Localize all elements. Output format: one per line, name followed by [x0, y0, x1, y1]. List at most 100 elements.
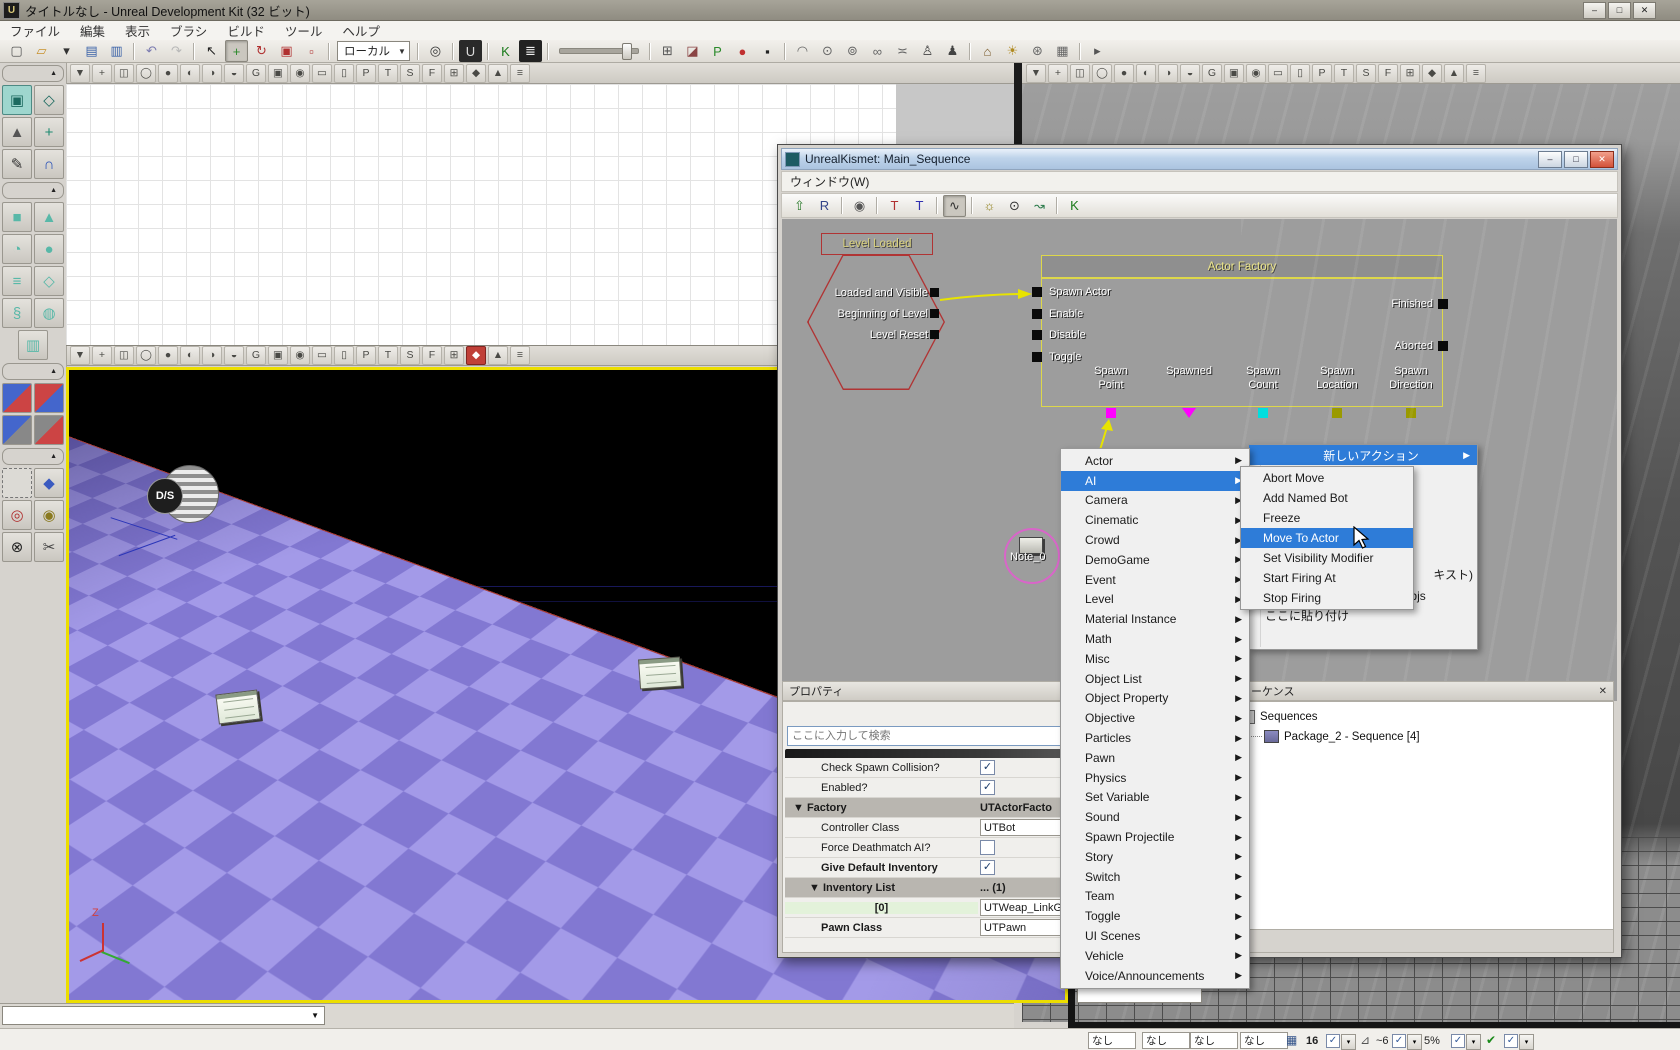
geometry-mode-icon[interactable]: ◇ — [34, 85, 64, 115]
joint-icon[interactable]: ⊙ — [816, 40, 839, 62]
viewport-icon-17[interactable]: ⊞ — [1400, 64, 1420, 83]
menu-item-1[interactable]: 編集 — [70, 21, 115, 40]
search-icon[interactable]: ⊙ — [1003, 195, 1026, 217]
viewport-icon-17[interactable]: ⊞ — [444, 64, 464, 83]
viewport-icon-5[interactable]: ◐ — [180, 346, 200, 365]
kismet-menu-window[interactable]: ウィンドウ(W) — [790, 172, 869, 191]
viewport-icon-2[interactable]: ◫ — [114, 346, 134, 365]
csg-collapse[interactable]: ▲ — [2, 363, 64, 380]
viewport-icon-5[interactable]: ◐ — [1136, 64, 1156, 83]
ai-submenu-item[interactable]: Stop Firing — [1241, 588, 1413, 608]
minimize-button[interactable]: ‒ — [1583, 2, 1606, 19]
variable-connector[interactable] — [1258, 408, 1268, 418]
volume-builder-icon[interactable]: ▥ — [18, 330, 48, 360]
viewport-icon-12[interactable]: ▯ — [334, 346, 354, 365]
undo-icon[interactable]: ↶ — [140, 40, 163, 62]
viewport-icon-7[interactable]: ◒ — [224, 64, 244, 83]
link-icon[interactable]: ∞ — [866, 40, 889, 62]
viewport-icon-13[interactable]: P — [1312, 64, 1332, 83]
level-loaded-node-title[interactable]: Level Loaded — [821, 233, 933, 255]
status-field-1[interactable] — [1142, 1032, 1190, 1049]
ai-submenu-item[interactable]: Freeze — [1241, 508, 1413, 528]
viewport-icon-20[interactable]: ≡ — [510, 64, 530, 83]
category-menu-item[interactable]: Team▶ — [1061, 887, 1249, 907]
build-paths-icon[interactable]: ⊛ — [1026, 40, 1049, 62]
output-connector[interactable] — [1438, 341, 1448, 351]
camera-speed-icon[interactable]: ▸ — [1086, 40, 1109, 62]
open-kismet-icon[interactable]: K — [1063, 195, 1086, 217]
viewport-icon-14[interactable]: T — [378, 64, 398, 83]
viewport-icon-1[interactable]: + — [1048, 64, 1068, 83]
texture-paint-icon[interactable]: ✎ — [2, 149, 32, 179]
lightbulb-icon[interactable]: ☼ — [978, 195, 1001, 217]
viewport-icon-13[interactable]: P — [356, 346, 376, 365]
viewport-icon-0[interactable]: ▼ — [70, 346, 90, 365]
category-menu-item[interactable]: DemoGame▶ — [1061, 550, 1249, 570]
matinee-icon[interactable]: ≣ — [519, 40, 542, 62]
ai-submenu-item[interactable]: Start Firing At — [1241, 568, 1413, 588]
kismet-icon[interactable]: K — [494, 40, 517, 62]
output-connector[interactable] — [930, 309, 939, 318]
context-menu-new-action[interactable]: 新しいアクション▶ — [1249, 445, 1477, 465]
category-menu-item[interactable]: Switch▶ — [1061, 867, 1249, 887]
sequences-tree-item[interactable]: Package_2 - Sequence [4] — [1248, 730, 1420, 743]
marquee-select-icon[interactable] — [2, 468, 32, 498]
terrain-mode-icon[interactable]: ▲ — [2, 117, 32, 147]
variable-connector-arrow[interactable] — [1182, 408, 1196, 418]
autosave-checkbox[interactable]: ✓ — [1504, 1034, 1518, 1048]
input-connector[interactable] — [1032, 287, 1042, 297]
viewport-icon-8[interactable]: G — [246, 346, 266, 365]
input-connector[interactable] — [1032, 309, 1042, 319]
camera-speed-slider[interactable] — [559, 48, 639, 54]
category-menu-item[interactable]: Objective▶ — [1061, 708, 1249, 728]
save-all-icon[interactable]: ▥ — [105, 40, 128, 62]
viewport-icon-9[interactable]: ▣ — [1224, 64, 1244, 83]
menu-item-3[interactable]: ブラシ — [160, 21, 217, 40]
category-menu-item[interactable]: Voice/Announcements▶ — [1061, 966, 1249, 986]
category-menu-item[interactable]: Set Variable▶ — [1061, 788, 1249, 808]
viewport-icon-19[interactable]: ▲ — [488, 346, 508, 365]
property-checkbox[interactable]: ✓ — [980, 760, 995, 775]
category-menu-item[interactable]: Particles▶ — [1061, 728, 1249, 748]
viewport-icon-6[interactable]: ◑ — [202, 346, 222, 365]
category-menu-item[interactable]: Story▶ — [1061, 847, 1249, 867]
variable-connector[interactable] — [1106, 408, 1116, 418]
viewport-icon-8[interactable]: G — [246, 64, 266, 83]
variable-connector[interactable] — [1406, 408, 1416, 418]
content-browser-icon[interactable]: U — [459, 40, 482, 62]
coordinate-system-combo[interactable]: ローカル▼ — [337, 41, 410, 61]
translate-widget-icon[interactable]: + — [34, 117, 64, 147]
viewport-icon-0[interactable]: ▼ — [70, 64, 90, 83]
combo-dropdown-arrow-icon[interactable]: ▼ — [311, 1011, 319, 1020]
viewport-icon-11[interactable]: ▭ — [1268, 64, 1288, 83]
viewport-icon-0[interactable]: ▼ — [1026, 64, 1046, 83]
menu-item-2[interactable]: 表示 — [115, 21, 160, 40]
category-menu-item[interactable]: Actor▶ — [1061, 451, 1249, 471]
viewport-icon-5[interactable]: ◐ — [180, 64, 200, 83]
viewport-icon-19[interactable]: ▲ — [1444, 64, 1464, 83]
maximize-button[interactable]: □ — [1608, 2, 1631, 19]
category-menu-item[interactable]: Event▶ — [1061, 570, 1249, 590]
stair-builder-icon[interactable]: ≡ — [2, 266, 32, 296]
update-icon[interactable]: ↝ — [1028, 195, 1051, 217]
viewport-icon-15[interactable]: S — [400, 64, 420, 83]
viewport-icon-4[interactable]: ● — [158, 64, 178, 83]
new-file-icon[interactable]: ▢ — [5, 40, 28, 62]
viewport-icon-10[interactable]: ◉ — [1246, 64, 1266, 83]
kismet-titlebar[interactable]: UnrealKismet: Main_Sequence ‒□✕ — [781, 148, 1618, 170]
viewport-icon-20[interactable]: ≡ — [1466, 64, 1486, 83]
ai-submenu-item[interactable]: Add Named Bot — [1241, 488, 1413, 508]
drag-grid-dropdown[interactable]: ▾ — [1341, 1034, 1356, 1050]
sheet-builder-icon[interactable]: ◇ — [34, 266, 64, 296]
viewport-icon-7[interactable]: ◒ — [224, 346, 244, 365]
save-icon[interactable]: ▤ — [80, 40, 103, 62]
category-menu-item[interactable]: Toggle▶ — [1061, 906, 1249, 926]
translate-tool-icon[interactable]: + — [225, 40, 248, 62]
build-all-icon[interactable]: ▦ — [1051, 40, 1074, 62]
viewport-icon-3[interactable]: ◯ — [136, 346, 156, 365]
category-menu-item[interactable]: Math▶ — [1061, 629, 1249, 649]
scale-grid-checkbox[interactable]: ✓ — [1451, 1034, 1465, 1048]
build-geometry-icon[interactable]: ⌂ — [976, 40, 999, 62]
camera-mode-icon[interactable]: ▣ — [2, 85, 32, 115]
kismet-close-button[interactable]: ✕ — [1590, 151, 1614, 168]
